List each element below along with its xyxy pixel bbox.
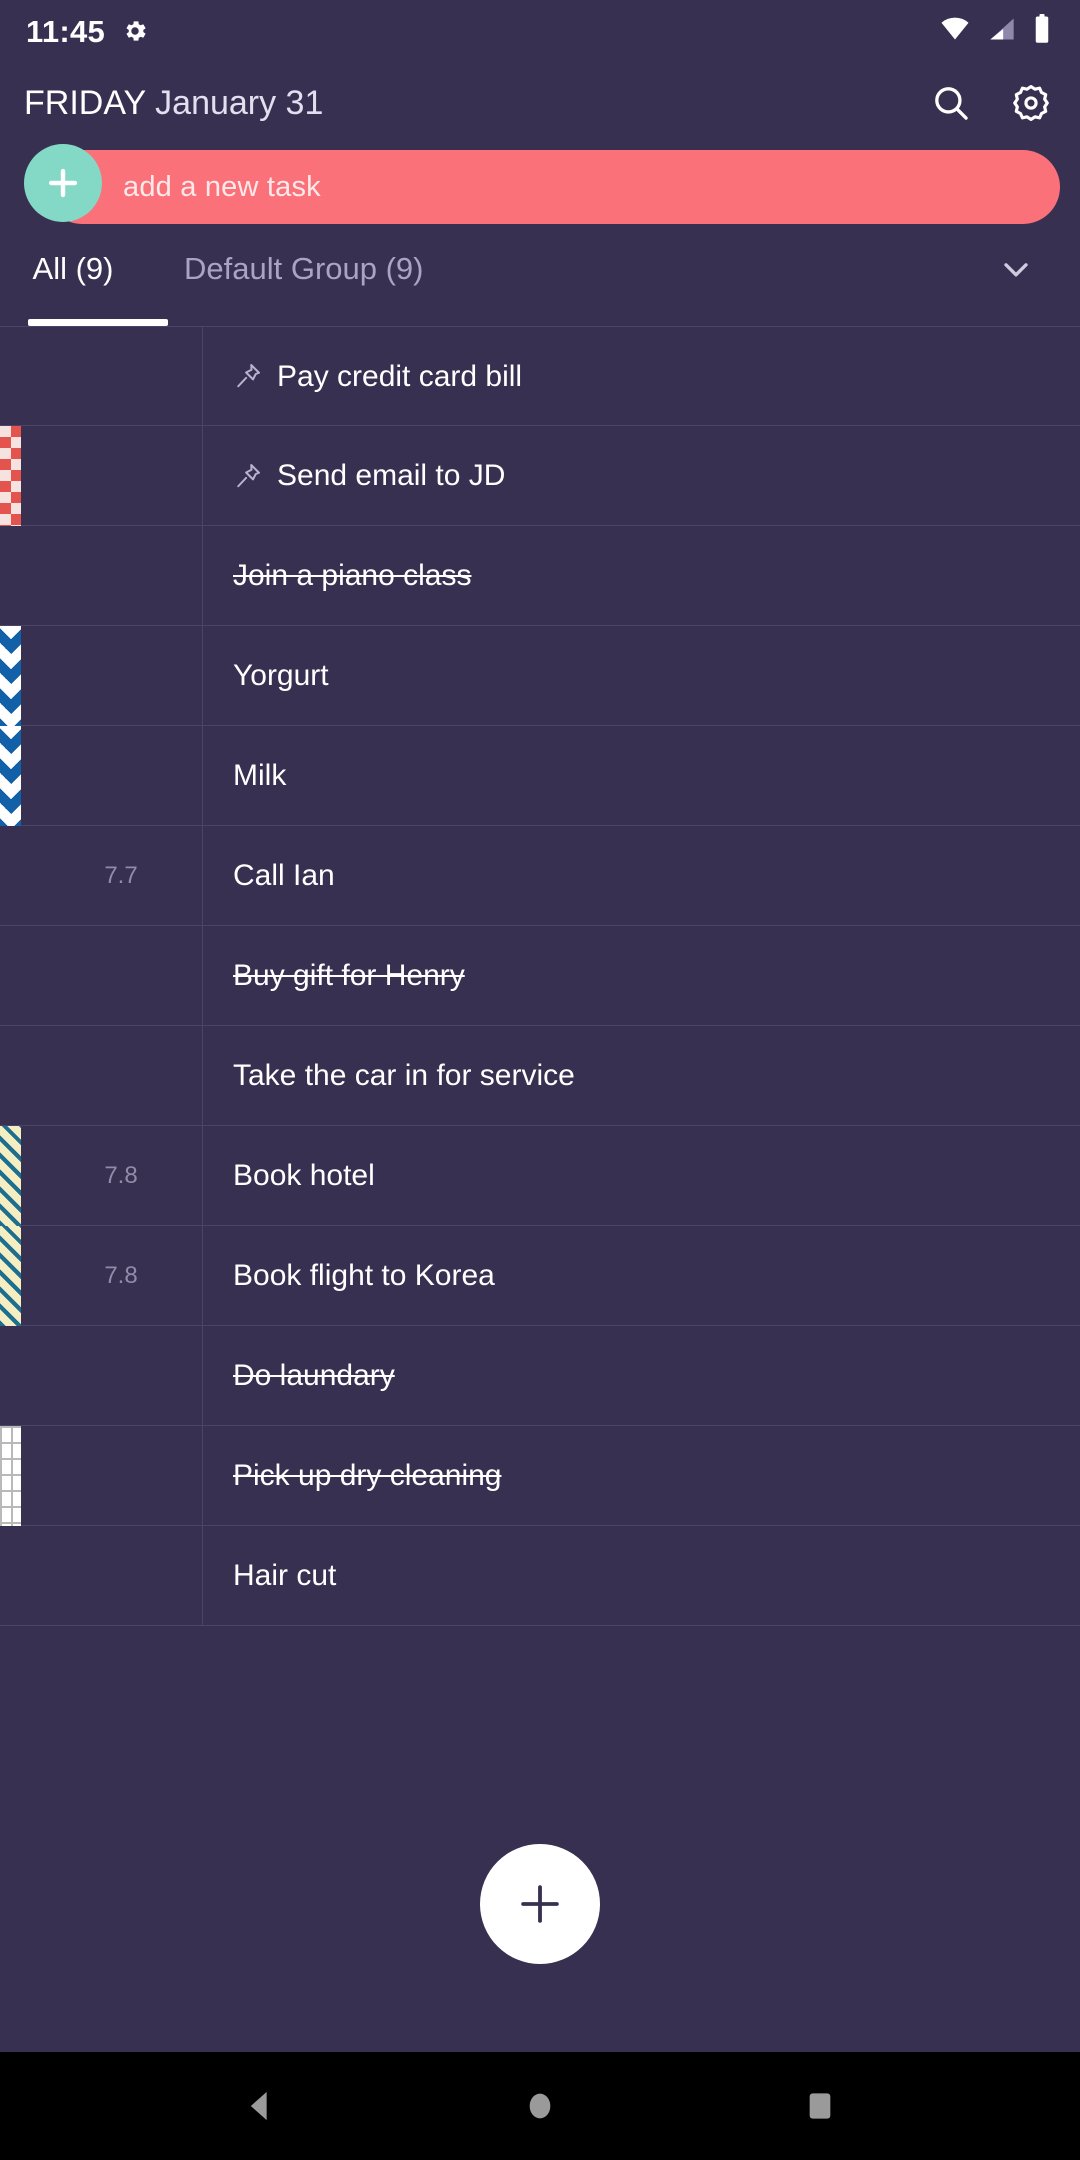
status-bar-icons — [938, 13, 1052, 49]
search-icon[interactable] — [928, 80, 974, 126]
back-triangle-icon[interactable] — [205, 2052, 315, 2160]
task-date — [40, 725, 203, 826]
task-row[interactable]: Yorgurt — [0, 625, 1080, 726]
task-date — [40, 326, 203, 426]
android-nav-bar — [0, 2052, 1080, 2160]
tab-all-label: All (9) — [32, 251, 114, 286]
active-tab-indicator — [28, 319, 168, 326]
header-month-day: January 31 — [155, 84, 324, 122]
task-row[interactable]: Take the car in for service — [0, 1025, 1080, 1126]
task-title: Hair cut — [233, 1559, 337, 1592]
task-title-cell[interactable]: Book flight to Korea — [203, 1259, 1080, 1292]
tab-default-group[interactable]: Default Group (9) — [146, 230, 462, 308]
task-title-cell[interactable]: Yorgurt — [203, 659, 1080, 692]
task-row[interactable]: 7.8 Book hotel — [0, 1125, 1080, 1226]
task-title: Pick up dry cleaning — [233, 1459, 502, 1492]
task-date: 7.7 — [40, 825, 203, 926]
task-date — [40, 425, 203, 526]
task-title: Join a piano class — [233, 559, 472, 592]
task-row[interactable]: Hair cut — [0, 1525, 1080, 1626]
task-date — [40, 1325, 203, 1426]
task-title: Buy gift for Henry — [233, 959, 465, 992]
task-row[interactable]: 7.7 Call Ian — [0, 825, 1080, 926]
task-title-cell[interactable]: Join a piano class — [203, 559, 1080, 592]
tab-default-group-label: Default Group (9) — [184, 251, 424, 286]
add-task-button[interactable] — [24, 144, 102, 222]
task-title-cell[interactable]: Milk — [203, 759, 1080, 792]
task-title-cell[interactable]: Hair cut — [203, 1559, 1080, 1592]
task-title-cell[interactable]: Pay credit card bill — [203, 360, 1080, 393]
status-bar-time: 11:45 — [26, 13, 106, 49]
task-title-cell[interactable]: Book hotel — [203, 1159, 1080, 1192]
app-header: FRIDAY January 31 — [0, 62, 1080, 144]
tab-list: All (9) Default Group (9) — [0, 230, 462, 308]
battery-icon — [1032, 13, 1052, 49]
add-task-input[interactable]: add a new task — [45, 150, 1060, 224]
task-date: 7.8 — [40, 1125, 203, 1226]
home-circle-icon[interactable] — [485, 2052, 595, 2160]
task-list: Pay credit card bill Send email to JD Join… — [0, 326, 1080, 1626]
tab-all[interactable]: All (9) — [0, 230, 146, 308]
pin-icon[interactable] — [233, 361, 263, 391]
task-date — [40, 525, 203, 626]
task-title: Milk — [233, 759, 287, 792]
task-title-cell[interactable]: Take the car in for service — [203, 1059, 1080, 1092]
task-row[interactable]: Milk — [0, 725, 1080, 826]
task-color-marker — [0, 726, 21, 826]
add-task-bar-wrapper: add a new task — [0, 144, 1080, 230]
task-color-marker — [0, 626, 21, 726]
header-day-of-week: FRIDAY — [24, 84, 147, 122]
task-title-cell[interactable]: Call Ian — [203, 859, 1080, 892]
signal-icon — [986, 15, 1018, 48]
task-date — [40, 1525, 203, 1626]
task-row[interactable]: Send email to JD — [0, 425, 1080, 526]
task-date — [40, 625, 203, 726]
task-title: Book flight to Korea — [233, 1259, 495, 1292]
wifi-icon — [938, 15, 972, 48]
header-date: FRIDAY January 31 — [24, 86, 323, 120]
group-tabs: All (9) Default Group (9) — [0, 230, 1080, 326]
task-row[interactable]: Join a piano class — [0, 525, 1080, 626]
task-title: Take the car in for service — [233, 1059, 575, 1092]
task-date: 7.8 — [40, 1225, 203, 1326]
app-screen: 11:45 FRIDAY January 31 add a new task A… — [0, 0, 1080, 2160]
task-color-marker — [0, 1426, 21, 1526]
task-title: Pay credit card bill — [277, 359, 523, 393]
floating-add-button[interactable] — [480, 1844, 600, 1964]
task-row[interactable]: Buy gift for Henry — [0, 925, 1080, 1026]
task-title-cell[interactable]: Do laundary — [203, 1359, 1080, 1392]
task-title: Book hotel — [233, 1159, 375, 1192]
settings-gear-icon[interactable] — [1008, 80, 1054, 126]
task-title: Do laundary — [233, 1359, 395, 1392]
task-title: Call Ian — [233, 859, 335, 892]
header-actions — [928, 80, 1054, 126]
chevron-down-icon[interactable] — [996, 230, 1036, 308]
pin-icon[interactable] — [233, 461, 263, 491]
task-title: Yorgurt — [233, 659, 329, 692]
task-color-marker — [0, 1226, 21, 1326]
task-date — [40, 1425, 203, 1526]
task-date — [40, 1025, 203, 1126]
task-row[interactable]: Pick up dry cleaning — [0, 1425, 1080, 1526]
task-title-cell[interactable]: Pick up dry cleaning — [203, 1459, 1080, 1492]
task-title-cell[interactable]: Buy gift for Henry — [203, 959, 1080, 992]
task-row[interactable]: Do laundary — [0, 1325, 1080, 1426]
add-task-placeholder: add a new task — [123, 170, 321, 203]
task-row[interactable]: Pay credit card bill — [0, 326, 1080, 426]
task-title-cell[interactable]: Send email to JD — [203, 459, 1080, 492]
status-bar: 11:45 — [0, 0, 1080, 62]
recents-square-icon[interactable] — [765, 2052, 875, 2160]
status-bar-gear-icon — [121, 17, 149, 45]
task-color-marker — [0, 1126, 21, 1226]
task-list-area: Pay credit card bill Send email to JD Join… — [0, 326, 1080, 2052]
task-title: Send email to JD — [277, 459, 506, 492]
task-date — [40, 925, 203, 1026]
task-row[interactable]: 7.8 Book flight to Korea — [0, 1225, 1080, 1326]
task-color-marker — [0, 426, 21, 526]
